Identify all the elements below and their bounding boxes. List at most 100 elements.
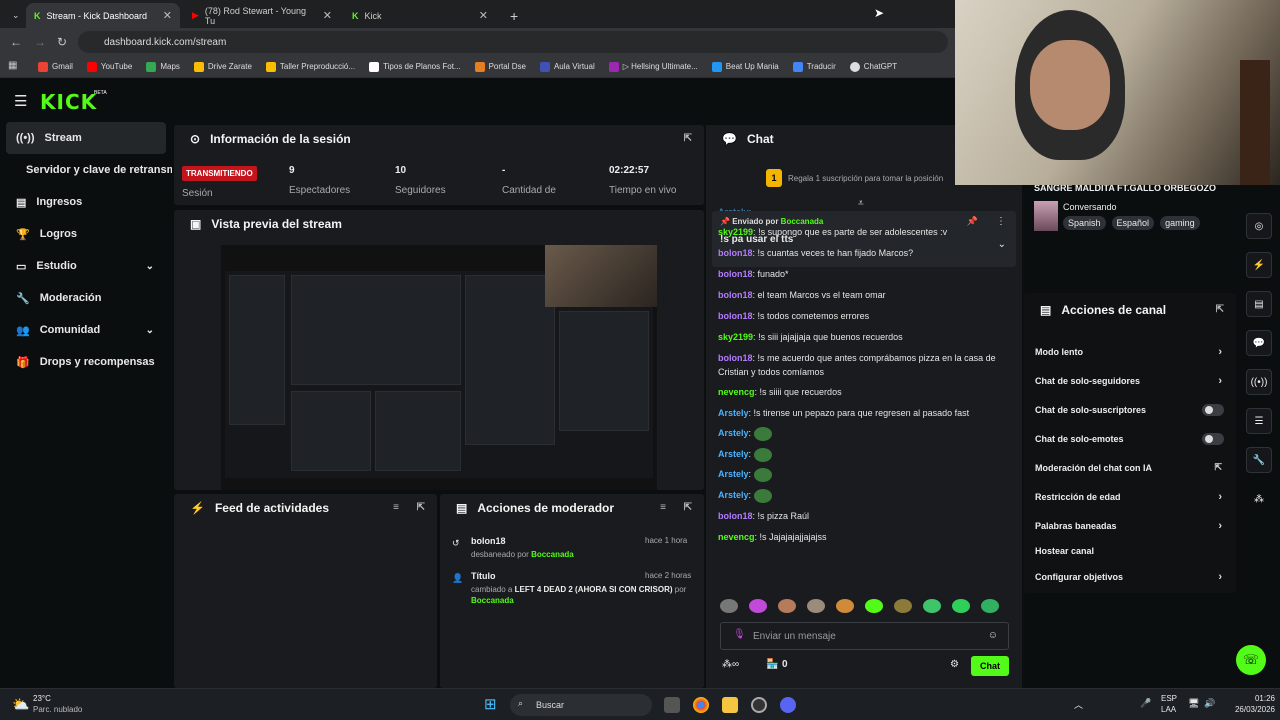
clock-time[interactable]: 01:26 <box>1219 694 1275 703</box>
tab-youtube[interactable]: ▶ (78) Rod Stewart - Young Tu ✕ <box>184 3 340 28</box>
emote-icon[interactable] <box>749 599 767 613</box>
chat-message[interactable]: Arstely: <box>718 426 1008 441</box>
chat-message[interactable]: Arstely: !s tirense un pepazo para que r… <box>718 406 1008 420</box>
wrench-icon[interactable]: 🔧 <box>1246 447 1272 473</box>
popout-icon[interactable]: ⇱ <box>417 502 425 513</box>
bookmark-chatgpt[interactable]: ChatGPT <box>849 61 897 72</box>
chat-message[interactable]: nevencg: !s Jajajajajjajajss <box>718 530 1008 544</box>
tag[interactable]: gaming <box>1160 216 1200 230</box>
gear-icon[interactable]: ⚙ <box>950 659 959 670</box>
close-icon[interactable]: ✕ <box>163 9 172 22</box>
action-subscribers-only[interactable]: Chat de solo-suscriptores <box>1024 395 1236 424</box>
hamburger-menu-icon[interactable]: ☰ <box>14 92 27 110</box>
chat-message[interactable]: sky2199: !s supongo que es parte de ser … <box>718 225 1008 239</box>
bookmark-portal[interactable]: Portal Dse <box>474 61 526 72</box>
chat-message[interactable]: bolon18: !s me acuerdo que antes compráb… <box>718 351 1008 379</box>
action-slow-mode[interactable]: Modo lento › <box>1024 337 1236 366</box>
tray-chevron-up-icon[interactable]: ︿ <box>1074 698 1083 711</box>
keyboard-layout[interactable]: LAA <box>1161 705 1176 714</box>
bookmark-youtube[interactable]: YouTube <box>86 61 132 72</box>
camera-icon[interactable]: ◎ <box>1246 213 1272 239</box>
filter-icon[interactable]: ≡ <box>660 502 666 513</box>
chat-message[interactable]: Arstely: <box>718 467 1008 482</box>
popout-icon[interactable]: ⇱ <box>684 502 692 513</box>
emotes-only-toggle[interactable] <box>1202 432 1224 445</box>
file-explorer-icon[interactable] <box>722 697 738 713</box>
chrome-icon[interactable] <box>693 697 709 713</box>
emote-icon[interactable] <box>836 599 854 613</box>
add-widget-icon[interactable]: ⁂ <box>1246 486 1272 512</box>
chat-message-input[interactable]: 🎙 Enviar un mensaje ☺ <box>720 622 1009 650</box>
bookmark-maps[interactable]: Maps <box>146 61 180 72</box>
obs-icon[interactable] <box>751 697 767 713</box>
weather-icon[interactable]: ⛅ <box>12 696 29 713</box>
emote-icon[interactable] <box>865 599 883 613</box>
action-ai-moderation[interactable]: Moderación del chat con IA ⇱ <box>1024 453 1236 482</box>
bookmark-drive[interactable]: Drive Zarate <box>193 61 252 72</box>
tag[interactable]: Spanish <box>1063 216 1106 230</box>
chat-message[interactable]: bolon18: el team Marcos vs el team omar <box>718 288 1008 302</box>
emote-icon[interactable] <box>981 599 999 613</box>
emote-icon[interactable] <box>720 599 738 613</box>
bookmark-taller[interactable]: Taller Preproducció... <box>265 61 355 72</box>
bolt-icon[interactable]: ⚡ <box>1246 252 1272 278</box>
bookmark-beatup[interactable]: Beat Up Mania <box>711 61 779 72</box>
emote-icon[interactable] <box>807 599 825 613</box>
popout-icon[interactable]: ⇱ <box>684 133 692 144</box>
chat-message[interactable]: bolon18: funado* <box>718 267 1008 281</box>
action-banned-words[interactable]: Palabras baneadas › <box>1024 511 1236 540</box>
apps-grid-icon[interactable]: ▦ <box>8 60 17 71</box>
sidebar-item-logros[interactable]: 🏆 Logros <box>0 218 172 250</box>
list-icon[interactable]: ☰ <box>1246 408 1272 434</box>
popout-icon[interactable]: ⇱ <box>1216 304 1224 315</box>
close-icon[interactable]: ✕ <box>323 9 332 22</box>
new-tab-button[interactable]: + <box>502 3 522 28</box>
action-emotes-only[interactable]: Chat de solo-emotes <box>1024 424 1236 453</box>
emote-icon[interactable] <box>923 599 941 613</box>
action-goals[interactable]: Configurar objetivos › <box>1024 562 1236 591</box>
language-code[interactable]: ESP <box>1161 694 1177 703</box>
microphone-icon[interactable]: 🎤 <box>1140 698 1151 709</box>
action-age-restriction[interactable]: Restricción de edad › <box>1024 482 1236 511</box>
emote-icon[interactable] <box>778 599 796 613</box>
chat-message[interactable]: nevencg: !s siiii que recuerdos <box>718 385 1008 399</box>
emoji-icon[interactable]: ☺ <box>988 630 998 641</box>
back-icon[interactable]: ← <box>10 35 22 49</box>
chat-message[interactable]: bolon18: !s todos cometemos errores <box>718 309 1008 323</box>
sidebar-item-comunidad[interactable]: 👥 Comunidad ⌄ <box>0 314 172 346</box>
broadcast-icon[interactable]: ((•)) <box>1246 369 1272 395</box>
chat-bubble-icon[interactable]: 💬 <box>1246 330 1272 356</box>
tab-kick-dashboard[interactable]: K Stream - Kick Dashboard ✕ <box>26 3 180 28</box>
sidebar-item-server-key[interactable]: Servidor y clave de retransmisión <box>0 154 172 186</box>
emote-icon[interactable] <box>952 599 970 613</box>
clock-date[interactable]: 26/03/2026 <box>1219 705 1275 714</box>
sidebar-item-estudio[interactable]: ▭ Estudio ⌄ <box>0 250 172 282</box>
bookmark-tipos[interactable]: Tipos de Planos Fot... <box>369 61 461 72</box>
discord-icon[interactable] <box>780 697 796 713</box>
action-followers-only[interactable]: Chat de solo-seguidores › <box>1024 366 1236 395</box>
chat-message[interactable]: bolon18: !s pizza Raúl <box>718 509 1008 523</box>
chat-message[interactable]: sky2199: !s siii jajajjaja que buenos re… <box>718 330 1008 344</box>
tab-search-menu[interactable]: ⌄ <box>4 3 24 28</box>
sidebar-item-moderacion[interactable]: 🔧 Moderación <box>0 282 172 314</box>
taskbar-search[interactable]: ⌕ Buscar <box>510 694 652 716</box>
windows-start-icon[interactable]: ⊞ <box>484 695 497 713</box>
kick-logo[interactable]: KICK <box>40 90 97 114</box>
bookmark-aula[interactable]: Aula Virtual <box>539 61 595 72</box>
bookmark-gmail[interactable]: Gmail <box>38 61 73 72</box>
forward-icon[interactable]: → <box>34 35 46 49</box>
bookmark-hellsing[interactable]: ▷ Hellsing Ultimate... <box>608 61 698 72</box>
reload-icon[interactable]: ↻ <box>57 35 67 49</box>
chat-message[interactable]: Arstely: <box>718 447 1008 462</box>
infinity-points-icon[interactable]: ⁂∞ <box>722 659 739 670</box>
sidebar-item-ingresos[interactable]: ▤ Ingresos <box>0 186 172 218</box>
close-icon[interactable]: ✕ <box>479 9 488 22</box>
sidebar-item-drops[interactable]: 🎁 Drops y recompensas <box>0 346 172 378</box>
gift-sub-banner[interactable]: 1 Regala 1 suscripción para tomar la pos… <box>766 169 943 187</box>
task-view-icon[interactable] <box>664 697 680 713</box>
stream-preview-video[interactable] <box>221 245 657 490</box>
clipboard-icon[interactable]: ▤ <box>1246 291 1272 317</box>
chat-message[interactable]: Arstely: <box>718 488 1008 503</box>
volume-icon[interactable]: 🔊 <box>1204 698 1215 709</box>
subscribers-only-toggle[interactable] <box>1202 403 1224 416</box>
